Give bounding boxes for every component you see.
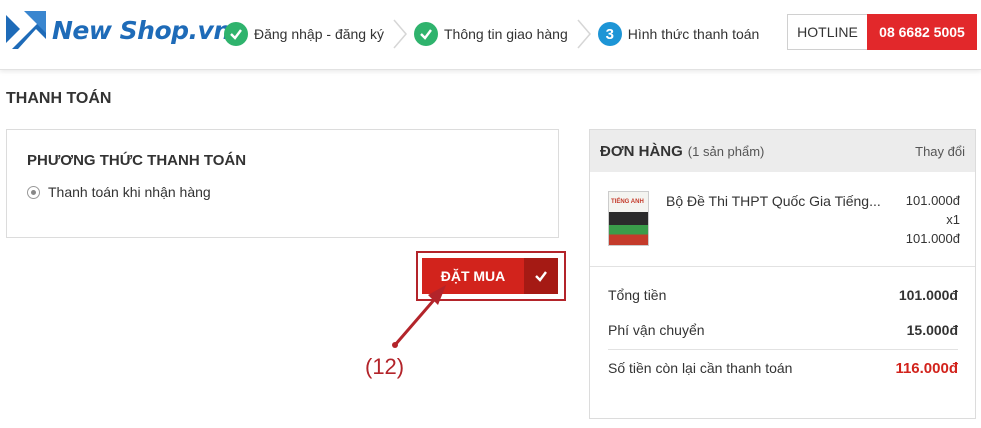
hotline: HOTLINE 08 6682 5005 [787, 14, 977, 50]
page-title: THANH TOÁN [6, 90, 112, 107]
thumbnail-text: TIẾNG ANH [611, 199, 644, 205]
product-price: 101.000đ [905, 193, 960, 208]
remaining-value: 116.000đ [895, 359, 958, 377]
order-title: ĐƠN HÀNG [600, 142, 683, 160]
payment-method-box: PHƯƠNG THỨC THANH TOÁN Thanh toán khi nh… [6, 129, 559, 238]
product-thumbnail[interactable]: TIẾNG ANH [608, 191, 649, 246]
hotline-number[interactable]: 08 6682 5005 [867, 14, 977, 50]
check-icon [524, 258, 558, 294]
product-quantity: x1 [946, 212, 960, 227]
step-label: Thông tin giao hàng [443, 26, 568, 42]
remaining-label: Số tiền còn lại cần thanh toán [608, 360, 793, 376]
change-order-link[interactable]: Thay đổi [915, 144, 965, 159]
step-shipping-info: Thông tin giao hàng [413, 22, 568, 46]
annotation-number: (12) [365, 354, 405, 379]
product-line-total: 101.000đ [905, 231, 960, 246]
check-circle-icon [413, 22, 438, 46]
shipping-value: 15.000đ [906, 322, 958, 338]
order-item: TIẾNG ANH Bộ Đề Thi THPT Quốc Gia Tiếng.… [608, 188, 960, 250]
step-label: Hình thức thanh toán [627, 26, 760, 42]
radio-button[interactable] [27, 185, 40, 199]
divider [590, 266, 975, 267]
arrow-logo-icon [6, 11, 46, 49]
payment-option-cod[interactable]: Thanh toán khi nhận hàng [27, 184, 211, 200]
step-login: Đăng nhập - đăng ký [224, 22, 384, 46]
step-number-badge: 3 [597, 22, 622, 46]
chevron-right-icon [577, 19, 591, 49]
site-logo[interactable]: New Shop.vn [6, 8, 231, 52]
divider [608, 349, 958, 350]
order-summary-header: ĐƠN HÀNG (1 sản phẩm) Thay đổi [590, 130, 975, 172]
subtotal-label: Tổng tiền [608, 287, 667, 303]
subtotal-value: 101.000đ [898, 287, 958, 303]
chevron-right-icon [393, 19, 407, 49]
shipping-row: Phí vận chuyển 15.000đ [608, 319, 958, 341]
payment-option-label: Thanh toán khi nhận hàng [48, 184, 211, 200]
radio-selected-dot [31, 189, 36, 195]
subtotal-row: Tổng tiền 101.000đ [608, 284, 958, 306]
order-summary: ĐƠN HÀNG (1 sản phẩm) Thay đổi TIẾNG ANH… [589, 129, 976, 419]
check-circle-icon [224, 22, 248, 46]
step-payment-method: 3 Hình thức thanh toán [597, 22, 760, 46]
order-item-count: (1 sản phẩm) [687, 143, 765, 159]
payment-method-title: PHƯƠNG THỨC THANH TOÁN [27, 152, 247, 169]
step-label: Đăng nhập - đăng ký [254, 26, 384, 42]
shipping-label: Phí vận chuyển [608, 322, 705, 338]
hotline-label: HOTLINE [787, 14, 867, 50]
product-name[interactable]: Bộ Đề Thi THPT Quốc Gia Tiếng... [666, 193, 881, 209]
remaining-row: Số tiền còn lại cần thanh toán 116.000đ [608, 357, 958, 379]
site-header: New Shop.vn Đăng nhập - đăng ký Thông ti… [0, 0, 981, 70]
annotation-arrow [392, 285, 446, 348]
logo-text: New Shop.vn [52, 15, 231, 45]
checkout-steps: Đăng nhập - đăng ký Thông tin giao hàng … [224, 14, 759, 54]
